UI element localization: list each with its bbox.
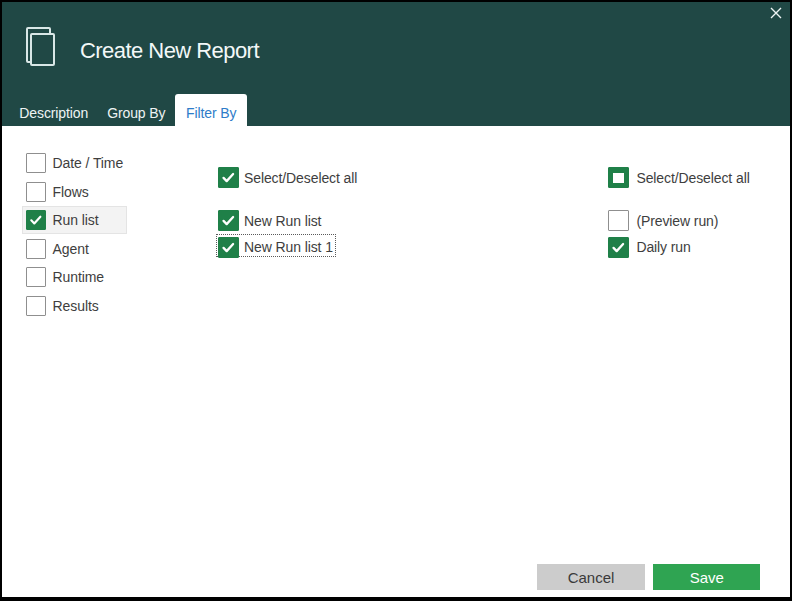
tab-label: Filter By <box>186 105 236 121</box>
category-row-run-list[interactable]: Run list <box>23 207 126 233</box>
item-row-daily-run[interactable]: Daily run <box>608 236 691 259</box>
category-label: Date / Time <box>53 155 123 171</box>
checkbox-run-list[interactable] <box>26 210 46 230</box>
tab-bar: Description Group By Filter By <box>10 94 247 126</box>
checkbox-agent[interactable] <box>26 239 46 259</box>
checkbox-runtime[interactable] <box>26 267 46 287</box>
category-label: Runtime <box>53 269 104 285</box>
item-label: (Preview run) <box>636 213 718 229</box>
report-pages-icon <box>24 25 60 71</box>
checkbox-date-time[interactable] <box>26 153 46 173</box>
tab-description[interactable]: Description <box>10 94 98 126</box>
category-label: Agent <box>53 241 89 257</box>
category-row-results[interactable]: Results <box>23 293 126 319</box>
item-row-new-run-list-1[interactable]: New Run list 1 <box>218 236 333 259</box>
tab-group-by[interactable]: Group By <box>98 94 176 126</box>
save-button[interactable]: Save <box>653 564 760 591</box>
item-row-preview-run[interactable]: (Preview run) <box>608 209 718 232</box>
item-label: Select/Deselect all <box>244 170 357 186</box>
category-label: Results <box>53 298 99 314</box>
category-row-agent[interactable]: Agent <box>23 236 126 262</box>
item-label: Daily run <box>636 239 690 255</box>
checkbox-flows[interactable] <box>26 182 46 202</box>
item-label: New Run list <box>244 213 321 229</box>
item-row-new-run-list[interactable]: New Run list <box>218 209 322 232</box>
category-label: Flows <box>53 184 89 200</box>
checkbox-new-run-list-1[interactable] <box>218 237 239 258</box>
item-label: New Run list 1 <box>244 239 333 255</box>
checkbox-results[interactable] <box>26 296 46 316</box>
dialog-header: Create New Report Description Group By Fil… <box>2 2 790 126</box>
checkbox-select-deselect-all[interactable] <box>608 167 629 188</box>
checkbox-select-deselect-all[interactable] <box>218 167 239 188</box>
page-front-shape <box>30 33 56 67</box>
close-button[interactable] <box>762 2 790 23</box>
category-row-flows[interactable]: Flows <box>23 179 126 205</box>
tab-label: Group By <box>107 105 165 121</box>
item-row-select-deselect-all[interactable]: Select/Deselect all <box>608 166 750 189</box>
category-label: Run list <box>53 212 99 228</box>
create-new-report-dialog: Create New Report Description Group By Fil… <box>2 2 790 597</box>
checkbox-new-run-list[interactable] <box>218 210 239 231</box>
checkbox-preview-run[interactable] <box>608 210 629 231</box>
tab-label: Description <box>19 105 88 121</box>
cancel-button[interactable]: Cancel <box>537 564 645 591</box>
category-row-runtime[interactable]: Runtime <box>23 264 126 290</box>
tab-filter-by[interactable]: Filter By <box>175 94 247 126</box>
checkbox-select-deselect-all-indeterminate-mark <box>613 173 624 184</box>
item-row-select-deselect-all[interactable]: Select/Deselect all <box>218 166 358 189</box>
close-icon <box>770 7 782 19</box>
item-label: Select/Deselect all <box>636 170 749 186</box>
dialog-window: Create New Report Description Group By Fil… <box>0 0 792 601</box>
checkbox-daily-run[interactable] <box>608 237 629 258</box>
category-row-date-time[interactable]: Date / Time <box>23 150 126 176</box>
dialog-title: Create New Report <box>80 37 259 65</box>
